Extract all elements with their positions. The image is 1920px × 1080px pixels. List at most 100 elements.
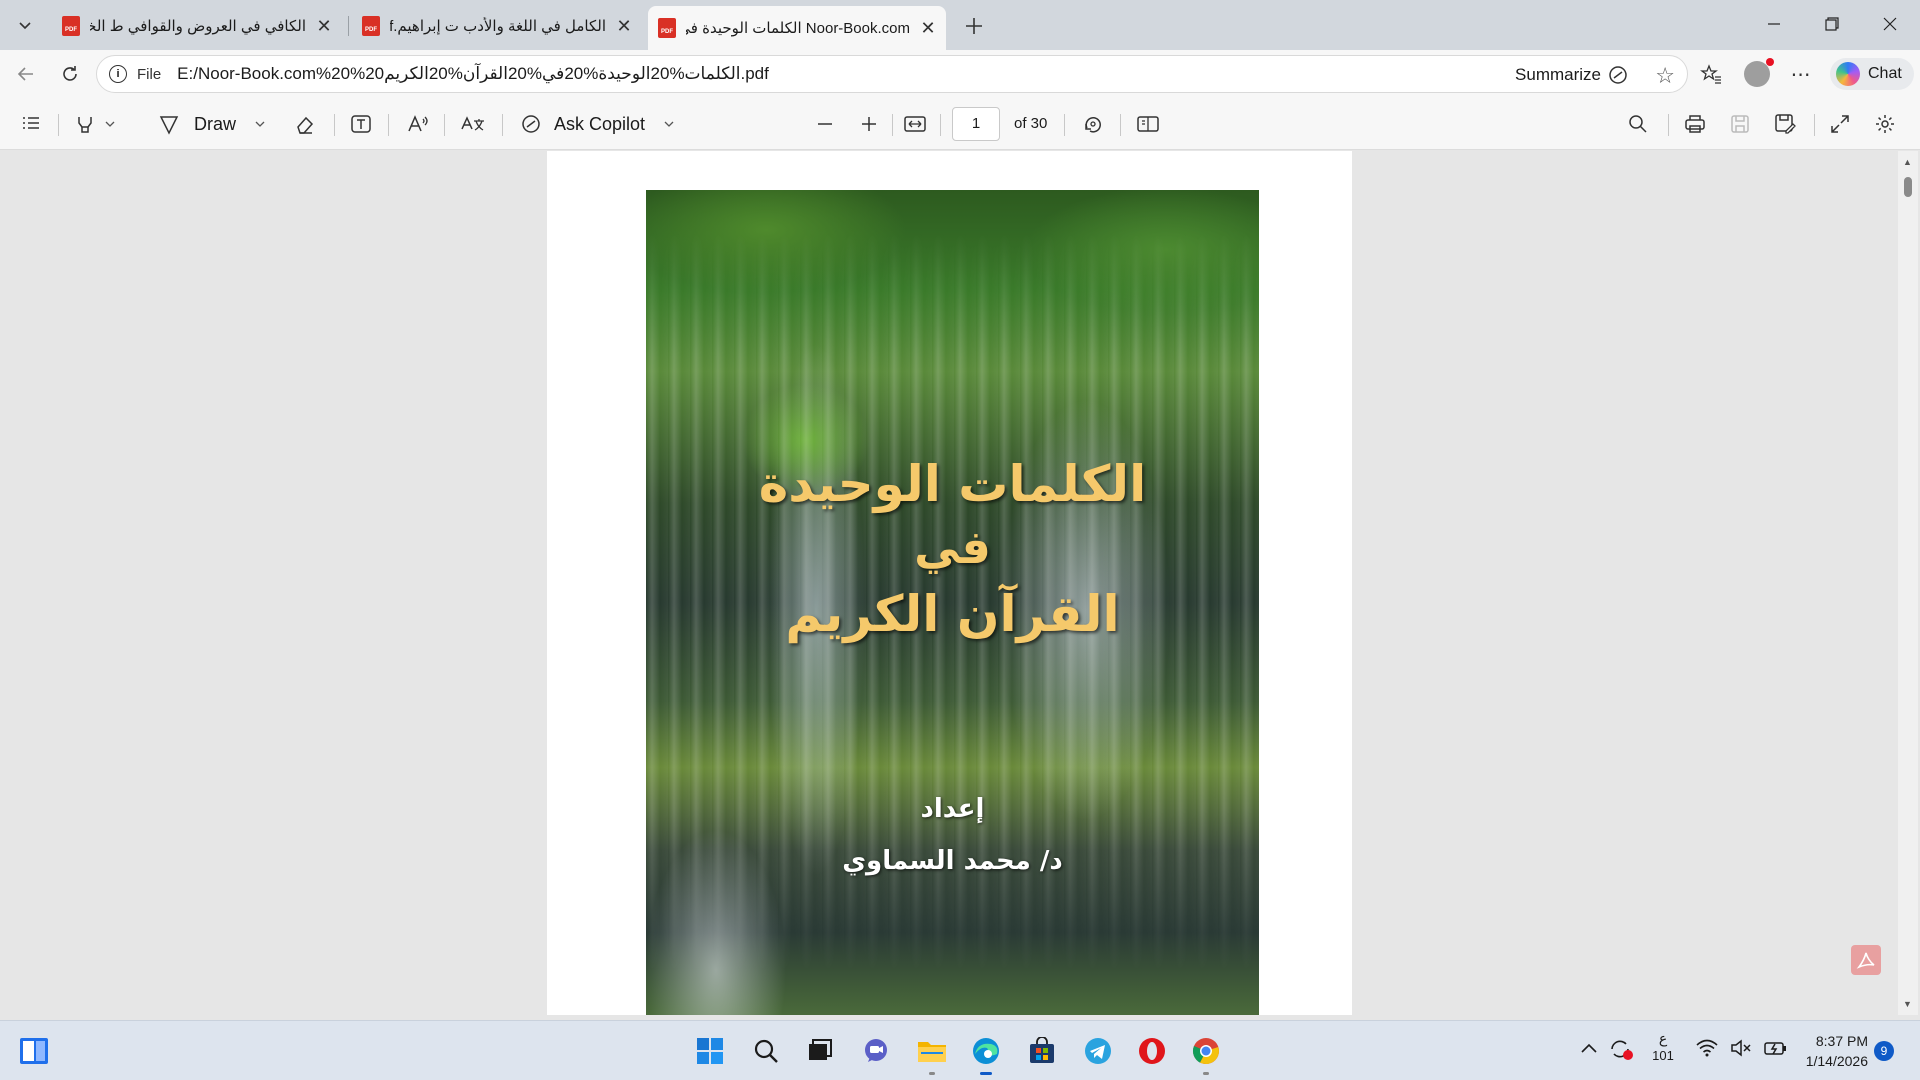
zoom-in-button[interactable] (860, 110, 878, 138)
restore-button[interactable] (1810, 8, 1854, 40)
close-window-button[interactable] (1868, 8, 1912, 40)
clock-date: 1/14/2026 (1805, 1053, 1868, 1069)
tab-2[interactable]: PDF الكامل في اللغة والأدب ت إبراهيم.pdf… (352, 6, 642, 46)
tab-title: الكافي في العروض والقوافي ط الخانجي (90, 18, 306, 35)
back-button[interactable] (10, 58, 42, 90)
telegram-button[interactable] (1082, 1035, 1114, 1067)
widgets-button[interactable] (18, 1035, 50, 1067)
toolbar-divider (58, 114, 59, 136)
favorite-star-icon[interactable]: ☆ (1655, 63, 1675, 89)
settings-more-button[interactable]: ⋯ (1784, 58, 1818, 90)
highlighter-icon (78, 117, 92, 133)
full-screen-button[interactable] (1830, 110, 1850, 138)
tab-title: الكامل في اللغة والأدب ت إبراهيم.pdf (390, 18, 606, 35)
address-bar[interactable]: i File E:/Noor-Book.com%20%20الكلمات%20ا… (96, 55, 1688, 93)
tab-actions-menu-button[interactable] (10, 10, 40, 40)
sync-status-button[interactable] (1608, 1037, 1634, 1064)
ask-copilot-button[interactable]: Ask Copilot (520, 110, 675, 138)
add-text-button[interactable] (350, 110, 372, 138)
scroll-down-arrow-icon[interactable]: ▼ (1903, 999, 1912, 1009)
teams-chat-button[interactable] (860, 1035, 892, 1067)
chevron-up-icon (1581, 1043, 1597, 1053)
pdf-settings-button[interactable] (1874, 110, 1896, 138)
task-view-button[interactable] (804, 1035, 836, 1067)
plus-icon (862, 117, 876, 131)
clock-button[interactable]: 8:37 PM 1/14/2026 (1800, 1031, 1868, 1071)
copilot-chat-button[interactable]: Chat (1830, 58, 1914, 90)
chevron-down-icon (255, 121, 265, 127)
pdf-file-icon: PDF (362, 16, 380, 36)
find-button[interactable] (1628, 110, 1648, 138)
toolbar-divider (334, 114, 335, 136)
summarize-label: Summarize (1515, 65, 1601, 84)
adobe-acrobat-icon[interactable] (1851, 945, 1881, 975)
toolbar-divider (502, 114, 503, 136)
refresh-button[interactable] (54, 58, 86, 90)
new-tab-button[interactable] (958, 10, 990, 42)
profile-button[interactable] (1740, 58, 1774, 90)
fit-to-width-button[interactable] (904, 110, 926, 138)
tab-1[interactable]: PDF الكافي في العروض والقوافي ط الخانجي … (52, 6, 342, 46)
site-info-icon[interactable]: i (109, 65, 127, 83)
chevron-down-icon (105, 121, 115, 127)
search-button[interactable] (750, 1035, 782, 1067)
erase-button[interactable] (294, 110, 316, 138)
network-volume-battery-button[interactable] (1696, 1039, 1788, 1057)
store-button[interactable] (1026, 1035, 1058, 1067)
scroll-thumb[interactable] (1904, 177, 1912, 197)
favorites-button[interactable] (1694, 58, 1728, 90)
volume-muted-icon (1731, 1039, 1751, 1057)
contents-button[interactable] (20, 110, 42, 138)
toolbar-divider (444, 114, 445, 136)
show-hidden-icons-button[interactable] (1580, 1041, 1598, 1058)
zoom-out-button[interactable] (816, 110, 834, 138)
language-indicator[interactable]: ع 101 (1650, 1029, 1676, 1065)
page-view-button[interactable] (1136, 110, 1160, 138)
print-button[interactable] (1684, 110, 1706, 138)
highlight-button[interactable] (74, 110, 116, 138)
read-aloud-button[interactable] (406, 110, 430, 138)
vertical-scrollbar[interactable]: ▲ ▼ (1898, 151, 1918, 1015)
plus-icon (966, 18, 982, 34)
close-tab-icon[interactable]: ✕ (316, 16, 332, 37)
draw-pen-icon (159, 116, 179, 135)
edge-button[interactable] (970, 1035, 1002, 1075)
chrome-icon (1192, 1038, 1219, 1065)
start-button[interactable] (694, 1035, 726, 1067)
restore-icon (1825, 17, 1839, 31)
microsoft-store-icon (1030, 1037, 1054, 1063)
teams-chat-icon (865, 1039, 887, 1062)
text-box-icon (351, 115, 371, 133)
save-as-button[interactable] (1774, 110, 1796, 138)
language-indicator-code: 101 (1652, 1048, 1674, 1063)
scroll-up-arrow-icon[interactable]: ▲ (1903, 157, 1912, 167)
close-tab-icon[interactable]: ✕ (920, 18, 936, 39)
translate-icon (461, 116, 484, 131)
close-tab-icon[interactable]: ✕ (616, 16, 632, 37)
cover-image: الكلمات الوحيدة في القرآن الكريم إعداد د… (646, 190, 1259, 1015)
chrome-button[interactable] (1190, 1035, 1222, 1075)
url-text[interactable]: E:/Noor-Book.com%20%20الكلمات%20الوحيدة%… (177, 64, 769, 84)
notification-badge[interactable]: 9 (1874, 1041, 1894, 1061)
chevron-down-icon (19, 22, 31, 30)
save-button[interactable] (1730, 110, 1750, 138)
rotate-icon (1085, 117, 1101, 133)
more-dots-icon: ⋯ (1790, 63, 1812, 86)
chevron-down-icon (664, 121, 674, 127)
tab-title: Noor-Book.com الكلمات الوحيدة في القرآن … (686, 20, 910, 37)
file-explorer-button[interactable] (916, 1035, 948, 1075)
summarize-button[interactable]: Summarize (1515, 64, 1629, 86)
opera-button[interactable] (1136, 1035, 1168, 1067)
minimize-button[interactable] (1752, 8, 1796, 40)
translate-button[interactable] (460, 110, 486, 138)
folder-icon (918, 1042, 946, 1062)
acrobat-logo-icon (1856, 952, 1875, 969)
draw-button[interactable]: Draw (158, 110, 266, 138)
pdf-file-icon: PDF (62, 16, 80, 36)
page-number-input[interactable]: 1 (952, 107, 1000, 141)
rotate-button[interactable] (1082, 110, 1104, 138)
tab-3-active[interactable]: PDF Noor-Book.com الكلمات الوحيدة في الق… (648, 6, 946, 50)
tab-strip: PDF الكافي في العروض والقوافي ط الخانجي … (0, 0, 1920, 50)
scheme-label: File (137, 65, 162, 83)
toolbar-divider (1120, 114, 1121, 136)
